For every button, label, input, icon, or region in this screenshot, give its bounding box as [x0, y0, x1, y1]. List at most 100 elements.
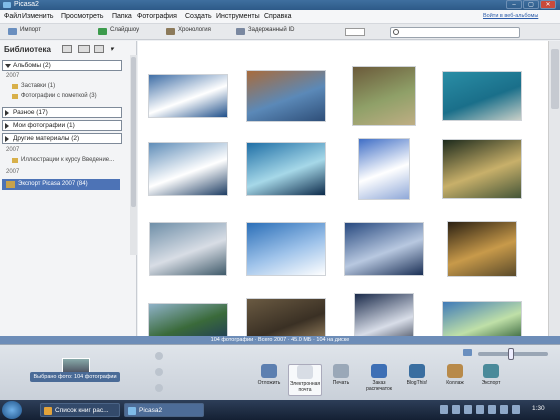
search-input[interactable]	[390, 27, 520, 38]
close-button[interactable]: ✕	[540, 0, 556, 9]
album-item-starred[interactable]: Фотографии с пометкой (3)	[12, 93, 97, 99]
upload-icon	[261, 364, 277, 378]
blogthis-button[interactable]: BlogThis!	[400, 364, 434, 396]
view-list-icon[interactable]	[78, 45, 90, 53]
photo-thumbnail[interactable]	[246, 222, 326, 276]
tray-icon[interactable]	[512, 405, 520, 414]
photo-thumbnail[interactable]	[148, 74, 228, 118]
group-misc[interactable]: Разное (17)	[2, 107, 122, 118]
group-label: Альбомы (2)	[13, 62, 51, 69]
view-tree-icon[interactable]	[94, 45, 104, 53]
tray-icon[interactable]	[440, 405, 448, 414]
hold-label: Выбрано фото: 104 фотографии	[30, 372, 120, 382]
task-button-picasa[interactable]: Picasa2	[124, 403, 204, 417]
system-tray	[440, 405, 528, 415]
order-prints-button[interactable]: Заказ распечаток	[362, 364, 396, 396]
photo-thumbnail[interactable]	[246, 142, 326, 196]
timeline-button[interactable]: Хронология	[166, 27, 211, 37]
tray-button-label: Печать	[332, 380, 350, 386]
add-folder-icon[interactable]	[62, 45, 72, 53]
globe-icon	[371, 364, 387, 378]
slideshow-label: Слайдшоу	[110, 27, 140, 33]
group-other[interactable]: Другие материалы (2)	[2, 133, 122, 144]
slider-knob[interactable]	[508, 348, 514, 360]
menu-file[interactable]: Файл	[4, 13, 21, 20]
scrollbar-thumb[interactable]	[551, 49, 559, 109]
selected-folder-label: Экспорт Picasa 2007 (84)	[18, 181, 88, 187]
photo-thumbnail[interactable]	[447, 221, 517, 277]
folder-icon	[6, 181, 15, 188]
clear-icon[interactable]	[155, 368, 163, 376]
group-label: Другие материалы (2)	[13, 135, 80, 142]
collage-icon	[447, 364, 463, 378]
tray-icon[interactable]	[464, 405, 472, 414]
menu-tools[interactable]: Инструменты	[216, 13, 260, 20]
sidebar-scrollbar[interactable]	[130, 55, 137, 255]
tray-button-label: Электронная почта	[289, 381, 321, 393]
album-icon	[12, 94, 18, 99]
hold-button[interactable]: Отложить	[252, 364, 286, 396]
tray-button-label: Экспорт	[481, 380, 501, 386]
start-button[interactable]	[2, 401, 22, 419]
folder-item-course[interactable]: Иллюстрации к курсу Введение...	[12, 157, 114, 163]
menu-view[interactable]: Просмотреть	[61, 13, 103, 20]
collapse-arrow-icon	[5, 136, 9, 142]
view-toggle[interactable]	[345, 28, 365, 36]
photo-thumbnail[interactable]	[246, 70, 326, 122]
tray-button-label: Отложить	[257, 380, 281, 386]
thumbnail-size-slider[interactable]	[478, 348, 548, 360]
menu-photo[interactable]: Фотография	[137, 13, 177, 20]
minimize-button[interactable]: –	[506, 0, 522, 9]
import-label: Импорт	[20, 27, 41, 33]
collapse-arrow-icon	[5, 123, 9, 129]
year-label: 2007	[6, 169, 20, 175]
window-title: Picasa2	[14, 1, 39, 8]
grid-scrollbar[interactable]	[548, 41, 560, 336]
maximize-button[interactable]: ▢	[523, 0, 539, 9]
camera-icon	[8, 28, 17, 35]
print-button[interactable]: Печать	[324, 364, 358, 396]
group-label: Мои фотографии (1)	[13, 122, 75, 129]
photo-thumbnail[interactable]	[352, 66, 416, 126]
blog-icon	[409, 364, 425, 378]
volume-icon[interactable]	[488, 405, 496, 414]
hold-icon[interactable]	[155, 352, 163, 360]
photo-thumbnail[interactable]	[442, 71, 522, 121]
tray-icon[interactable]	[500, 405, 508, 414]
sidebar-tools: ▾	[62, 45, 124, 54]
hidden-icon	[236, 28, 245, 35]
photo-thumbnail[interactable]	[358, 138, 410, 200]
selected-folder-item[interactable]: Экспорт Picasa 2007 (84)	[2, 179, 120, 190]
export-icon	[483, 364, 499, 378]
photo-thumbnail[interactable]	[149, 222, 227, 276]
task-button-book-list[interactable]: Список книг рас...	[40, 403, 120, 417]
scrollbar-thumb[interactable]	[131, 57, 136, 207]
group-my-photos[interactable]: Мои фотографии (1)	[2, 120, 122, 131]
add-label-icon[interactable]	[155, 384, 163, 392]
import-button[interactable]: Импорт	[8, 27, 41, 37]
task-label: Список книг рас...	[55, 407, 109, 414]
tray-button-label: BlogThis!	[406, 380, 428, 386]
slideshow-button[interactable]: Слайдшоу	[98, 27, 139, 37]
task-label: Picasa2	[139, 407, 163, 414]
network-icon[interactable]	[476, 405, 484, 414]
photo-thumbnail[interactable]	[442, 139, 522, 199]
tray-icon[interactable]	[452, 405, 460, 414]
email-button[interactable]: Электронная почта	[288, 364, 322, 396]
menu-help[interactable]: Справка	[264, 13, 291, 20]
hidden-button[interactable]: Задержанный ID	[236, 27, 294, 37]
menu-edit[interactable]: Изменить	[22, 13, 54, 20]
menu-folder[interactable]: Папка	[112, 13, 132, 20]
photo-thumbnail[interactable]	[148, 142, 228, 196]
collage-button[interactable]: Коллаж	[438, 364, 472, 396]
group-albums[interactable]: Альбомы (2)	[2, 60, 122, 71]
chevron-down-icon[interactable]: ▾	[110, 45, 116, 53]
library-heading: Библиотека	[4, 45, 51, 54]
export-button[interactable]: Экспорт	[474, 364, 508, 396]
windows-taskbar: Список книг рас... Picasa2 1:30	[0, 400, 560, 420]
album-item-screensavers[interactable]: Заставки (1)	[12, 83, 55, 89]
library-sidebar: Библиотека ▾ Альбомы (2) 2007 Заставки (…	[0, 41, 137, 336]
sign-in-link[interactable]: Войти в веб-альбомы	[483, 13, 538, 19]
menu-create[interactable]: Создать	[185, 13, 212, 20]
photo-thumbnail[interactable]	[344, 222, 424, 276]
